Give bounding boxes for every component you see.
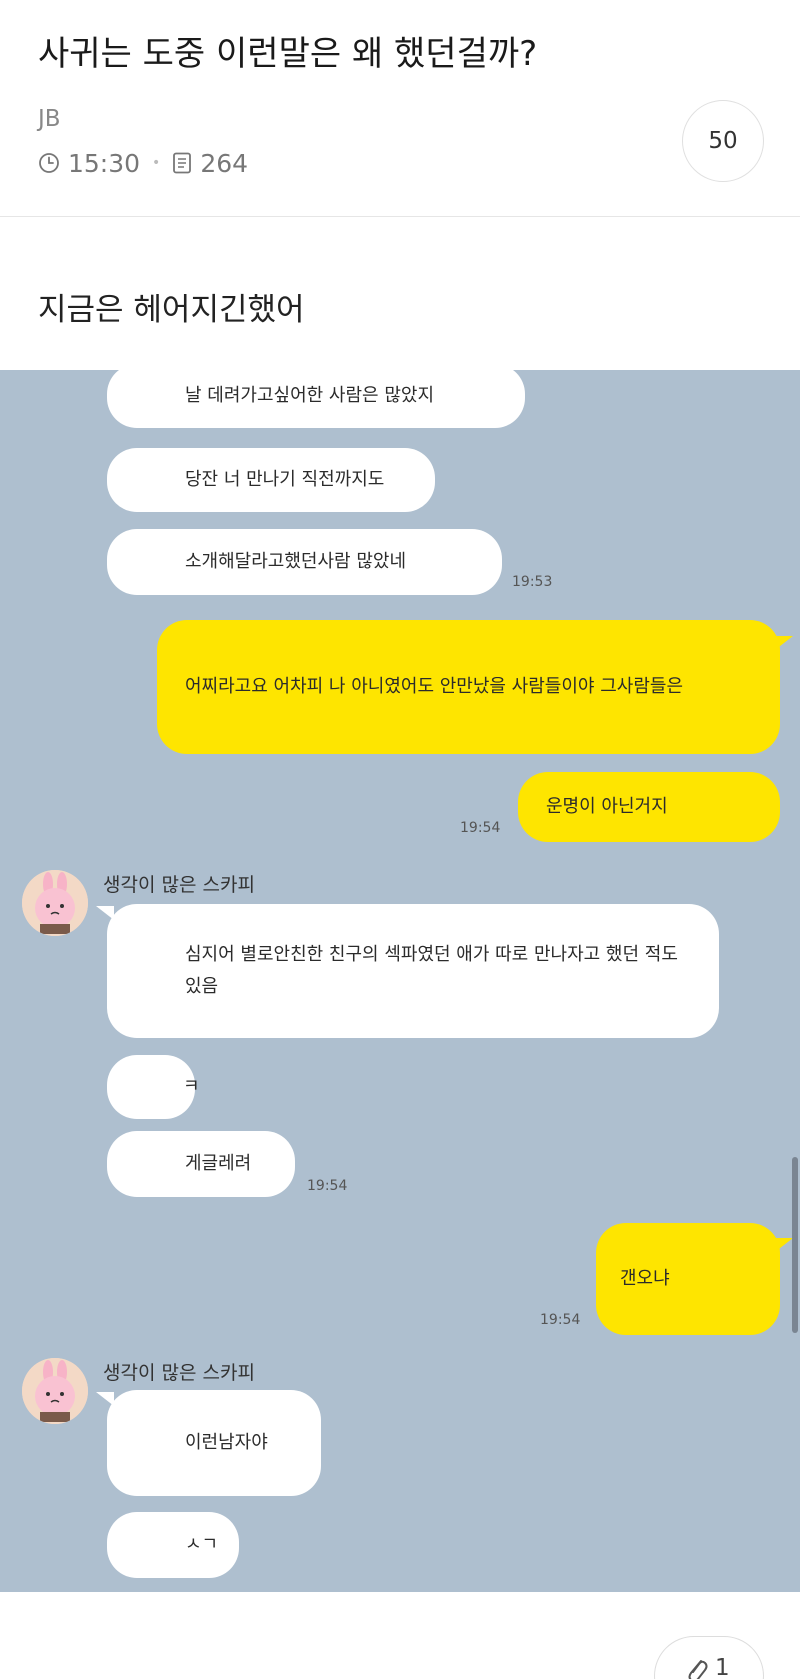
message-time: 19:53 [512, 574, 553, 590]
post-time: 15:30 [68, 148, 141, 178]
bubble-tail [775, 1238, 793, 1252]
post-meta: 15:30 • 264 [38, 148, 248, 178]
comment-count-button[interactable]: 50 [682, 100, 764, 182]
header-divider [0, 216, 800, 217]
chat-bubble-other: ㅅㄱ [107, 1512, 239, 1578]
chat-bubble-me: 갠오냐 [596, 1223, 780, 1335]
bubble-tail [96, 906, 114, 920]
comment-count: 50 [708, 128, 738, 154]
message-text: 이런남자야 [185, 1432, 268, 1453]
post-author[interactable]: JB [38, 106, 61, 132]
chat-bubble-other: 날 데려가고싶어한 사람은 많았지 [107, 370, 525, 428]
avatar-bunny-icon[interactable] [22, 870, 88, 936]
post-header: 사귀는 도중 이런말은 왜 했던걸까? JB 15:30 • 264 50 [0, 0, 800, 216]
message-text: 심지어 별로안친한 친구의 섹파였던 애가 따로 만나자고 했던 적도 있음 [185, 944, 678, 997]
chat-bubble-other: 이런남자야 [107, 1390, 321, 1496]
chat-bubble-me: 어찌라고요 어차피 나 아니였어도 안만났을 사람들이야 그사람들은 [157, 620, 780, 754]
post-body-text: 지금은 헤어지긴했어 [38, 292, 305, 328]
message-text: 운명이 아닌거지 [546, 796, 668, 817]
message-text: 게글레려 [185, 1153, 252, 1174]
chat-bubble-other: 심지어 별로안친한 친구의 섹파였던 애가 따로 만나자고 했던 적도 있음 [107, 904, 719, 1038]
sender-nickname: 생각이 많은 스카피 [103, 874, 255, 896]
clock-icon [38, 152, 60, 174]
avatar-bunny-icon[interactable] [22, 1358, 88, 1424]
message-text: 날 데려가고싶어한 사람은 많았지 [185, 385, 435, 406]
message-time: 19:54 [307, 1178, 348, 1194]
bubble-tail [775, 636, 793, 650]
chat-bubble-other: ㅋ [107, 1055, 200, 1119]
post-footer: 1 [0, 1592, 800, 1679]
message-text: 당잔 너 만나기 직전까지도 [185, 469, 385, 490]
message-text: ㅅㄱ [185, 1534, 219, 1555]
bubble-tail [96, 1392, 114, 1406]
document-icon [172, 152, 192, 174]
chat-screenshot: 날 데려가고싶어한 사람은 많았지 당잔 너 만나기 직전까지도 소개해달라고했… [0, 370, 800, 1592]
chat-bubble-other: 소개해달라고했던사람 많았네 [107, 529, 502, 595]
meta-separator: • [152, 155, 161, 171]
message-text: 갠오냐 [620, 1268, 670, 1289]
chat-bubble-other: 게글레려 [107, 1131, 295, 1197]
message-time: 19:54 [460, 820, 501, 836]
chat-bubble-me: 운명이 아닌거지 [518, 772, 780, 842]
paperclip-icon [685, 1655, 715, 1679]
sender-nickname: 생각이 많은 스카피 [103, 1362, 255, 1384]
message-time: 19:54 [540, 1312, 581, 1328]
attachment-count: 1 [715, 1655, 730, 1679]
attachment-button[interactable]: 1 [654, 1636, 764, 1679]
message-text: ㅋ [183, 1076, 200, 1097]
scrollbar-thumb[interactable] [792, 1157, 798, 1333]
message-text: 소개해달라고했던사람 많았네 [185, 551, 407, 572]
post-views: 264 [200, 148, 249, 178]
chat-bubble-other: 당잔 너 만나기 직전까지도 [107, 448, 435, 512]
message-text: 어찌라고요 어차피 나 아니였어도 안만났을 사람들이야 그사람들은 [185, 676, 684, 697]
post-title: 사귀는 도중 이런말은 왜 했던걸까? [38, 34, 538, 74]
